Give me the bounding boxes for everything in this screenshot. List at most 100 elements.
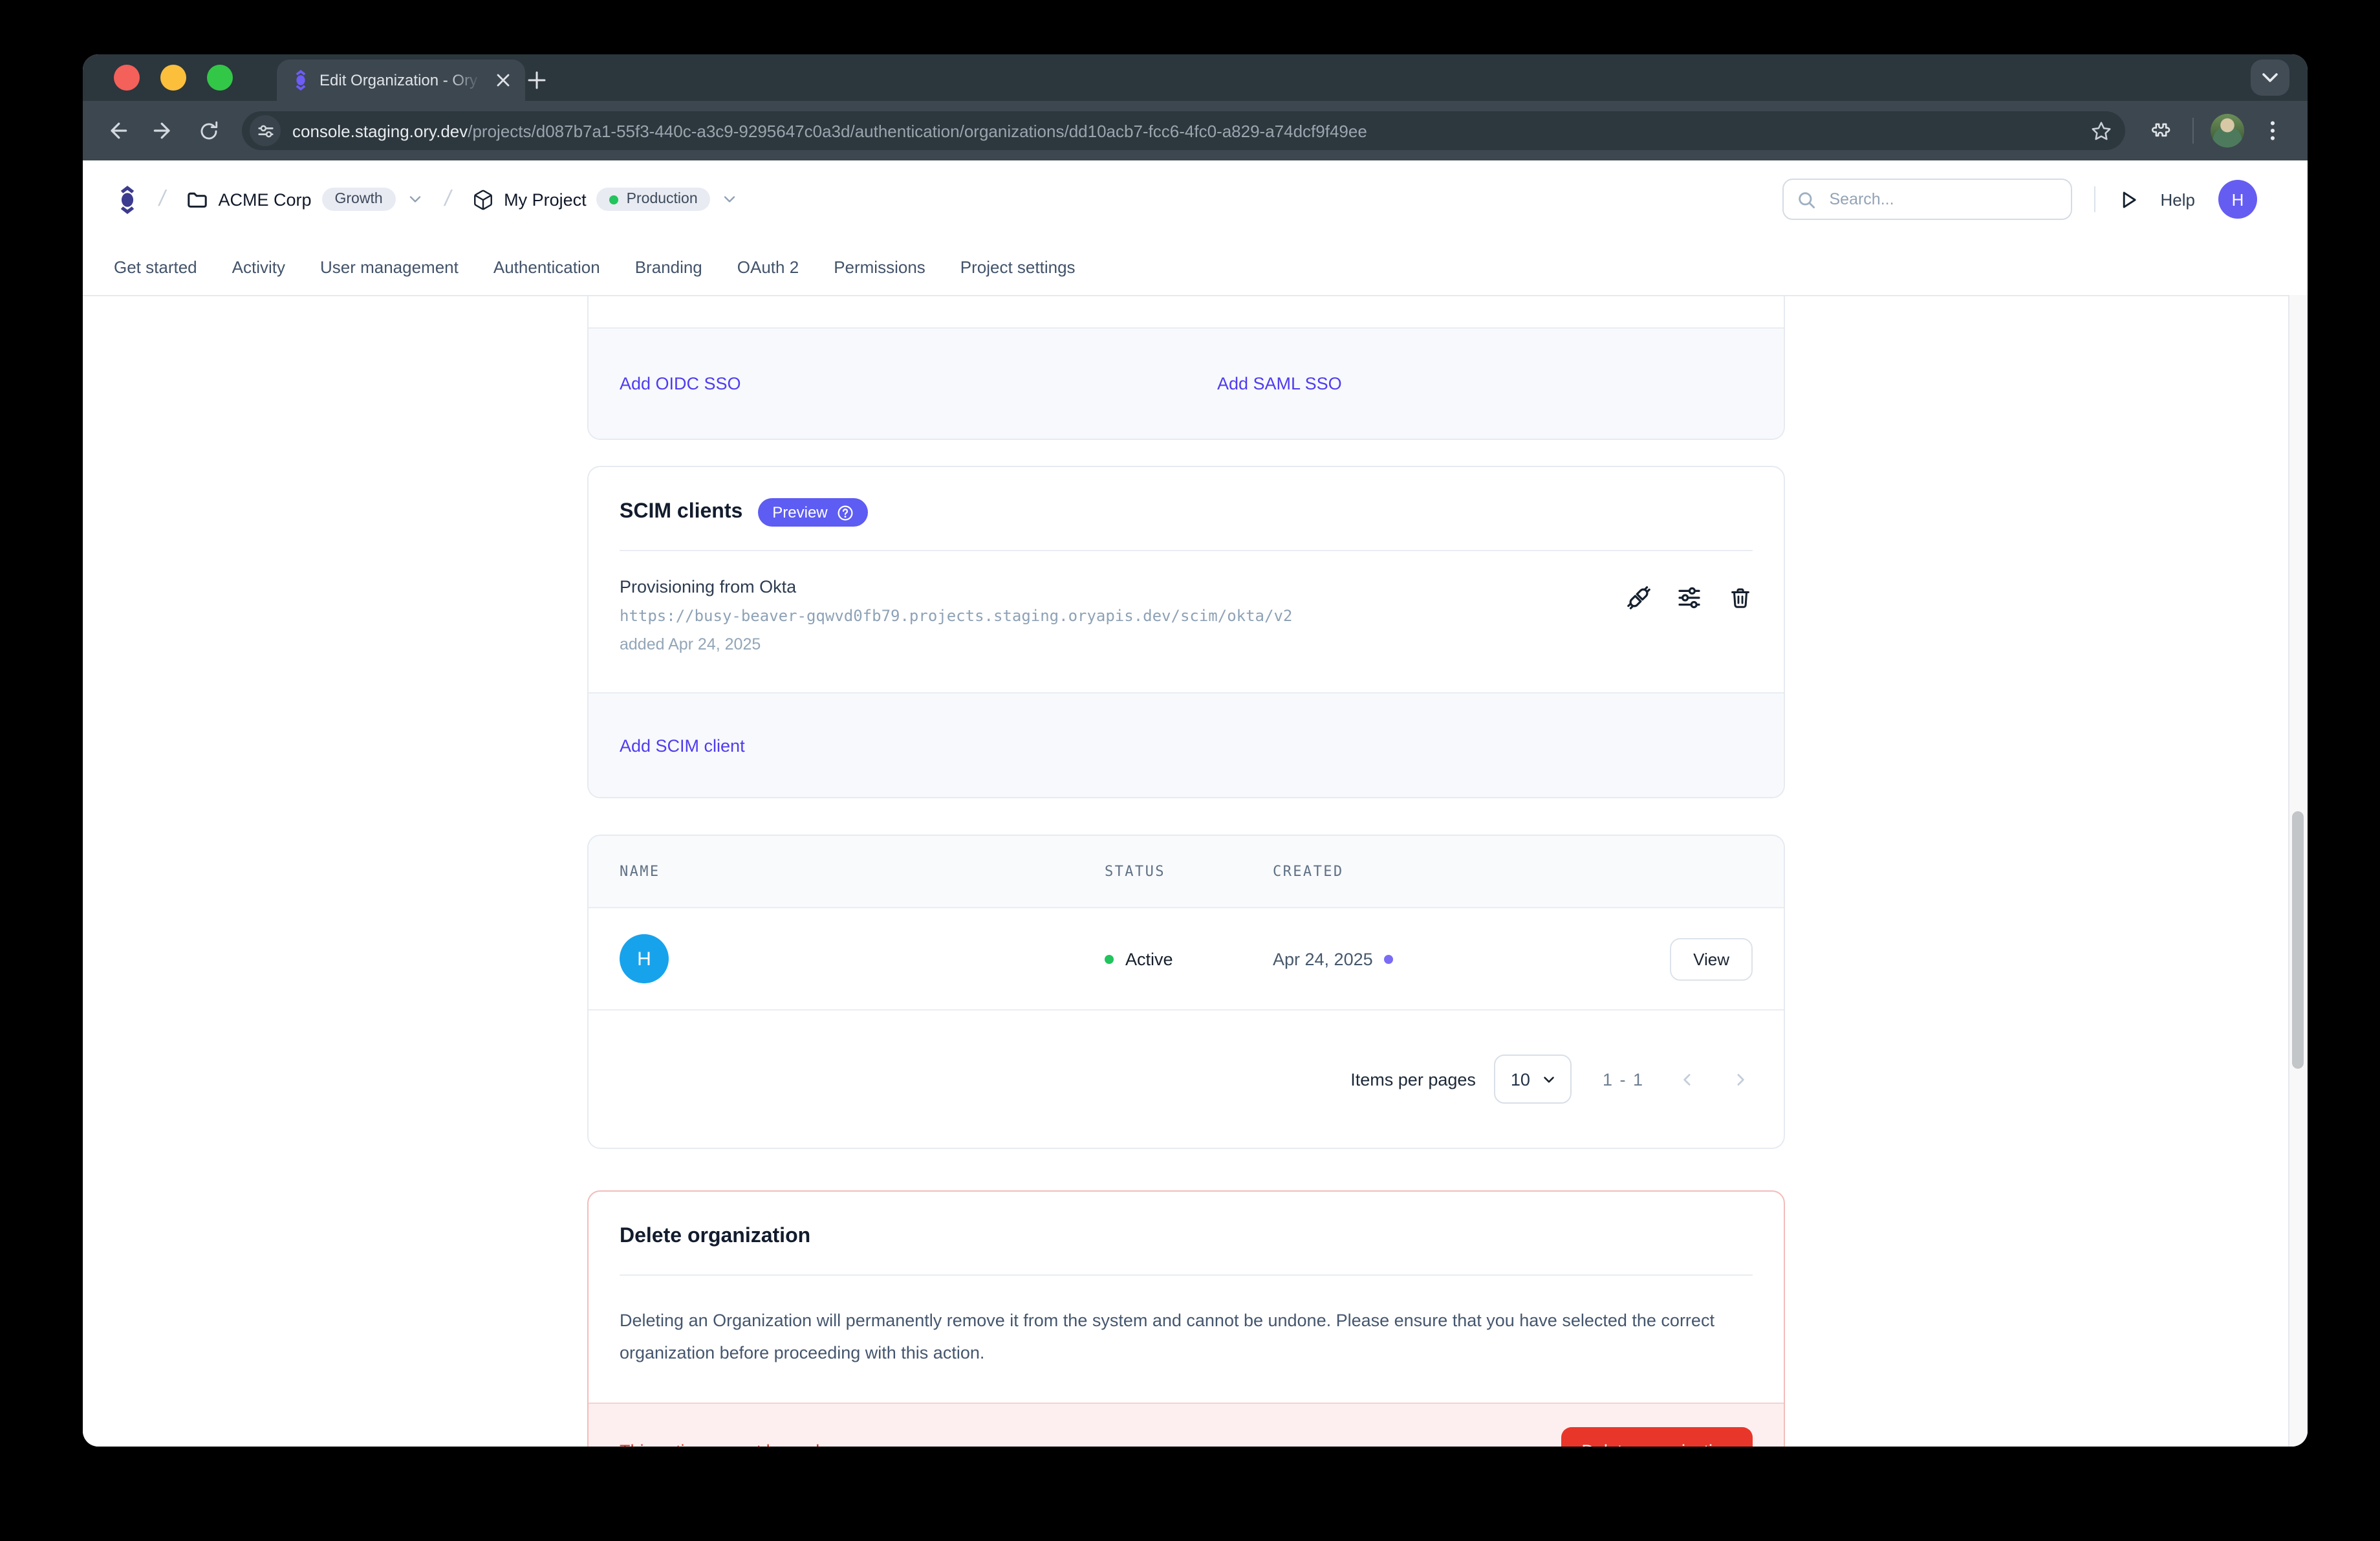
- browser-tab[interactable]: Edit Organization - Ory Console: [277, 60, 525, 101]
- chevron-down-icon: [721, 190, 739, 208]
- bookmark-button[interactable]: [2090, 120, 2112, 142]
- site-settings-button[interactable]: [250, 115, 281, 146]
- ory-favicon-icon: [292, 69, 309, 92]
- tab-close-button[interactable]: [492, 69, 515, 92]
- page-scrollbar: [2288, 295, 2308, 1447]
- org-avatar: H: [620, 934, 669, 983]
- delete-organization-description: Deleting an Organization will permanentl…: [620, 1304, 1753, 1369]
- delete-card-footer: This action cannot be undone. Delete org…: [589, 1403, 1784, 1447]
- org-status-cell: Active: [1105, 949, 1273, 968]
- search-icon: [1797, 190, 1817, 209]
- next-page-button[interactable]: [1731, 1069, 1750, 1089]
- table-pagination: Items per pages 10 1 - 1: [589, 1011, 1784, 1148]
- add-scim-client-link[interactable]: Add SCIM client: [620, 736, 745, 755]
- add-oidc-sso-link[interactable]: Add OIDC SSO: [620, 373, 741, 393]
- column-header-created: CREATED: [1273, 863, 1636, 880]
- extensions-button[interactable]: [2142, 114, 2176, 148]
- star-icon: [2090, 120, 2112, 142]
- toolbar-divider: [2192, 118, 2194, 144]
- delete-organization-card: Delete organization Deleting an Organiza…: [587, 1190, 1785, 1447]
- nav-item-user-management[interactable]: User management: [320, 257, 459, 276]
- tab-search-button[interactable]: [2251, 60, 2289, 96]
- url-host: console.staging.ory.dev: [292, 121, 468, 140]
- scim-clients-card: SCIM clients Preview: [587, 466, 1785, 798]
- items-per-page-label: Items per pages: [1350, 1069, 1476, 1089]
- chevron-down-icon: [2262, 72, 2278, 83]
- view-button[interactable]: View: [1670, 937, 1753, 980]
- refresh-button[interactable]: [191, 114, 225, 148]
- help-circle-icon[interactable]: [837, 504, 854, 521]
- nav-item-branding[interactable]: Branding: [635, 257, 702, 276]
- header-actions: Help H: [1783, 179, 2275, 220]
- zoom-window-button[interactable]: [207, 65, 233, 91]
- org-status-label: Active: [1125, 949, 1173, 968]
- chevron-right-icon: [1731, 1069, 1750, 1089]
- search-input[interactable]: [1827, 189, 2059, 210]
- scim-client-url: https://busy-beaver-gqwvd0fb79.projects.…: [620, 607, 1753, 625]
- breadcrumb-separator: /: [159, 186, 165, 212]
- prev-page-button[interactable]: [1678, 1069, 1697, 1089]
- address-bar[interactable]: console.staging.ory.dev/projects/d087b7a…: [242, 111, 2125, 150]
- add-saml-sso-link[interactable]: Add SAML SSO: [1217, 373, 1342, 393]
- scim-client-actions: [1626, 585, 1753, 611]
- delete-client-button[interactable]: [1727, 585, 1753, 611]
- browser-menu-button[interactable]: [2256, 114, 2289, 148]
- package-icon: [471, 188, 493, 210]
- tab-strip: Edit Organization - Ory Console: [83, 54, 2308, 101]
- nav-item-permissions[interactable]: Permissions: [834, 257, 925, 276]
- cli-play-button[interactable]: [2118, 188, 2140, 210]
- close-window-button[interactable]: [114, 65, 140, 91]
- kebab-menu-icon: [2264, 120, 2282, 141]
- minimize-window-button[interactable]: [160, 65, 186, 91]
- breadcrumb-separator: /: [445, 186, 451, 212]
- sso-card-footer: Add OIDC SSO Add SAML SSO: [589, 327, 1784, 439]
- breadcrumb: / ACME Corp Growth /: [83, 160, 2308, 238]
- created-indicator-dot: [1385, 954, 1394, 963]
- scrollbar-thumb[interactable]: [2292, 811, 2304, 1069]
- project-name: My Project: [504, 190, 587, 209]
- nav-item-project-settings[interactable]: Project settings: [960, 257, 1076, 276]
- forward-button[interactable]: [146, 114, 180, 148]
- nav-item-authentication[interactable]: Authentication: [493, 257, 600, 276]
- chevron-down-icon: [406, 190, 424, 208]
- tab-title: Edit Organization - Ory Console: [319, 71, 481, 89]
- table-header: NAME STATUS CREATED: [589, 836, 1784, 908]
- traffic-lights: [114, 65, 233, 91]
- items-per-page-select[interactable]: 10: [1494, 1055, 1572, 1104]
- ory-console-page: / ACME Corp Growth /: [83, 160, 2308, 1447]
- play-icon: [2118, 188, 2140, 210]
- table-row[interactable]: H Active Apr 24, 2025 View: [589, 908, 1784, 1011]
- workspace-switcher[interactable]: ACME Corp Growth: [186, 188, 424, 211]
- environment-badge-label: Production: [627, 191, 698, 207]
- configure-client-button[interactable]: [1676, 585, 1702, 611]
- browser-window: Edit Organization - Ory Console: [83, 54, 2308, 1447]
- column-header-name: NAME: [620, 863, 1105, 880]
- nav-item-activity[interactable]: Activity: [232, 257, 285, 276]
- active-status-dot: [1105, 954, 1114, 963]
- back-button[interactable]: [101, 114, 135, 148]
- help-link[interactable]: Help: [2161, 190, 2196, 209]
- test-connection-button[interactable]: [1626, 585, 1652, 611]
- chevron-left-icon: [1678, 1069, 1697, 1089]
- nav-item-get-started[interactable]: Get started: [114, 257, 197, 276]
- column-header-status: STATUS: [1105, 863, 1273, 880]
- scim-client-name: Provisioning from Okta: [620, 577, 1753, 596]
- sliders-icon: [1676, 585, 1702, 611]
- workspace-plan-badge: Growth: [322, 188, 396, 211]
- delete-organization-button[interactable]: Delete organization: [1561, 1427, 1753, 1447]
- search-box[interactable]: [1783, 179, 2073, 220]
- desktop: Edit Organization - Ory Console: [0, 0, 2380, 1541]
- forward-arrow-icon: [151, 119, 175, 142]
- ory-logo-icon: [116, 183, 138, 215]
- preview-badge-label: Preview: [772, 503, 827, 521]
- user-avatar[interactable]: H: [2218, 180, 2257, 219]
- org-created-label: Apr 24, 2025: [1273, 949, 1373, 968]
- project-switcher[interactable]: My Project Production: [471, 188, 739, 211]
- new-tab-button[interactable]: [520, 63, 554, 97]
- nav-item-oauth2[interactable]: OAuth 2: [737, 257, 799, 276]
- items-per-page-value: 10: [1511, 1069, 1530, 1089]
- refresh-icon: [197, 120, 219, 142]
- puzzle-icon: [2148, 120, 2170, 142]
- browser-profile-avatar[interactable]: [2211, 114, 2244, 148]
- scim-clients-title: SCIM clients: [620, 498, 742, 527]
